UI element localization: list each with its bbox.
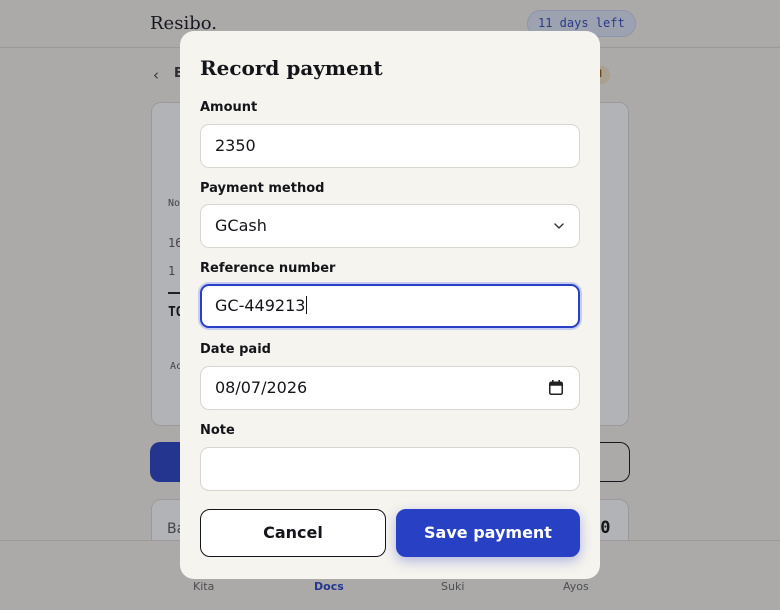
reference-number-label: Reference number — [200, 261, 336, 276]
payment-method-value: GCash — [215, 216, 267, 235]
note-label: Note — [200, 423, 235, 438]
calendar-icon[interactable] — [549, 380, 563, 395]
date-paid-input[interactable]: 08/07/2026 — [200, 366, 580, 410]
save-payment-button[interactable]: Save payment — [396, 509, 580, 557]
payment-method-label: Payment method — [200, 181, 325, 196]
reference-number-input[interactable]: GC-449213 — [200, 284, 580, 328]
amount-label: Amount — [200, 100, 258, 115]
reference-number-value: GC-449213 — [215, 296, 306, 315]
text-caret — [306, 296, 308, 314]
date-paid-label: Date paid — [200, 342, 271, 357]
record-payment-dialog: Record payment Amount 2350 Payment metho… — [180, 31, 600, 579]
amount-input[interactable]: 2350 — [200, 124, 580, 168]
dialog-title: Record payment — [200, 56, 383, 80]
note-input[interactable] — [200, 447, 580, 491]
payment-method-select[interactable]: GCash — [200, 204, 580, 248]
chevron-down-icon — [554, 223, 564, 229]
cancel-button[interactable]: Cancel — [200, 509, 386, 557]
date-paid-value: 08/07/2026 — [215, 378, 308, 397]
amount-value: 2350 — [215, 136, 256, 155]
